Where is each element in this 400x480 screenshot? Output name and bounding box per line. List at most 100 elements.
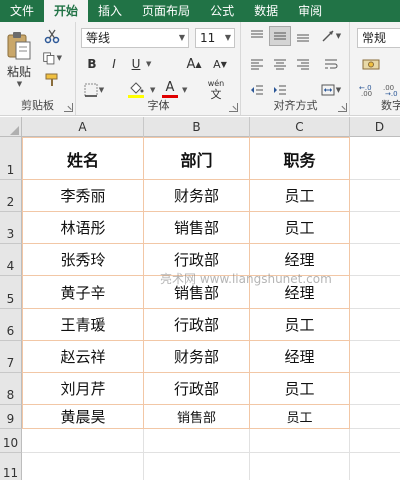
tab-insert[interactable]: 插入 <box>88 0 132 22</box>
underline-dropdown-icon[interactable]: ▼ <box>146 60 151 68</box>
copy-dropdown-icon[interactable]: ▼ <box>57 54 62 62</box>
cell-c11[interactable] <box>250 453 350 480</box>
clipboard-launcher-icon[interactable] <box>64 103 73 112</box>
cell-b7[interactable]: 财务部 <box>144 341 250 373</box>
alignment-launcher-icon[interactable] <box>338 103 347 112</box>
row-header-11[interactable]: 11 <box>0 453 22 480</box>
cell-c7[interactable]: 经理 <box>250 341 350 373</box>
row-header-9[interactable]: 9 <box>0 405 22 429</box>
cell-a2[interactable]: 李秀丽 <box>22 180 144 212</box>
cell-a8[interactable]: 刘月芹 <box>22 373 144 405</box>
align-bottom-button[interactable] <box>292 26 314 46</box>
cell-d11[interactable] <box>350 453 400 480</box>
cell-c10[interactable] <box>250 429 350 453</box>
cell-a3[interactable]: 林语彤 <box>22 212 144 244</box>
row-header-6[interactable]: 6 <box>0 309 22 341</box>
cell-b5[interactable]: 销售部 <box>144 276 250 309</box>
cell-c2[interactable]: 员工 <box>250 180 350 212</box>
cell-c6[interactable]: 员工 <box>250 309 350 341</box>
cell-d2[interactable] <box>350 180 400 212</box>
column-header-c[interactable]: C <box>250 117 350 137</box>
cell-b9[interactable]: 销售部 <box>144 405 250 429</box>
align-top-button[interactable] <box>246 26 268 46</box>
cell-d6[interactable] <box>350 309 400 341</box>
accounting-format-button[interactable] <box>357 54 385 74</box>
cut-button[interactable] <box>42 26 62 46</box>
grow-font-button[interactable]: A ▲ <box>183 54 205 74</box>
underline-button[interactable]: U <box>127 54 145 74</box>
tab-review[interactable]: 审阅 <box>288 0 332 22</box>
row-header-5[interactable]: 5 <box>0 276 22 309</box>
increase-decimal-button[interactable]: ←.0.00 <box>357 80 379 100</box>
borders-dropdown-icon[interactable]: ▼ <box>99 86 104 94</box>
cell-c5[interactable]: 经理 <box>250 276 350 309</box>
align-middle-button[interactable] <box>269 26 291 46</box>
cell-c3[interactable]: 员工 <box>250 212 350 244</box>
tab-data[interactable]: 数据 <box>244 0 288 22</box>
cell-b4[interactable]: 行政部 <box>144 244 250 276</box>
wrap-text-button[interactable] <box>318 54 344 74</box>
cell-a10[interactable] <box>22 429 144 453</box>
align-left-button[interactable] <box>246 54 268 74</box>
fill-color-dropdown-icon[interactable]: ▼ <box>150 86 155 94</box>
align-center-button[interactable] <box>269 54 291 74</box>
cell-b8[interactable]: 行政部 <box>144 373 250 405</box>
select-all-button[interactable] <box>0 117 22 137</box>
cell-d10[interactable] <box>350 429 400 453</box>
shrink-font-button[interactable]: A ▼ <box>209 54 231 74</box>
cell-c4[interactable]: 经理 <box>250 244 350 276</box>
cell-b10[interactable] <box>144 429 250 453</box>
cell-a4[interactable]: 张秀玲 <box>22 244 144 276</box>
column-header-b[interactable]: B <box>144 117 250 137</box>
cell-a5[interactable]: 黄子辛 <box>22 276 144 309</box>
cell-d8[interactable] <box>350 373 400 405</box>
column-header-a[interactable]: A <box>22 117 144 137</box>
cell-b2[interactable]: 财务部 <box>144 180 250 212</box>
italic-button[interactable]: I <box>105 54 123 74</box>
cell-a11[interactable] <box>22 453 144 480</box>
tab-home[interactable]: 开始 <box>44 0 89 22</box>
cell-a9[interactable]: 黄晨昊 <box>22 405 144 429</box>
row-header-10[interactable]: 10 <box>0 429 22 453</box>
font-color-dropdown-icon[interactable]: ▼ <box>182 86 187 94</box>
copy-button[interactable]: ▼ <box>42 48 62 68</box>
column-header-d[interactable]: D <box>350 117 400 137</box>
format-painter-button[interactable] <box>42 70 62 90</box>
cell-c9[interactable]: 员工 <box>250 405 350 429</box>
cell-d4[interactable] <box>350 244 400 276</box>
font-launcher-icon[interactable] <box>229 103 238 112</box>
tab-file[interactable]: 文件 <box>0 0 44 22</box>
cell-d3[interactable] <box>350 212 400 244</box>
tab-page-layout[interactable]: 页面布局 <box>132 0 200 22</box>
cell-c8[interactable]: 员工 <box>250 373 350 405</box>
tab-formulas[interactable]: 公式 <box>200 0 244 22</box>
cell-c1[interactable]: 职务 <box>250 137 350 180</box>
font-size-select[interactable]: 11 ▼ <box>195 28 235 48</box>
cell-d5[interactable] <box>350 276 400 309</box>
bold-button[interactable]: B <box>83 54 101 74</box>
cell-b1[interactable]: 部门 <box>144 137 250 180</box>
cell-d7[interactable] <box>350 341 400 373</box>
row-header-7[interactable]: 7 <box>0 341 22 373</box>
row-header-8[interactable]: 8 <box>0 373 22 405</box>
cell-b3[interactable]: 销售部 <box>144 212 250 244</box>
row-header-1[interactable]: 1 <box>0 137 22 180</box>
row-header-4[interactable]: 4 <box>0 244 22 276</box>
cell-b6[interactable]: 行政部 <box>144 309 250 341</box>
cell-a1[interactable]: 姓名 <box>22 137 144 180</box>
align-right-button[interactable] <box>292 54 314 74</box>
paste-dropdown-icon[interactable]: ▼ <box>17 80 22 88</box>
merge-dropdown-icon[interactable]: ▼ <box>336 86 341 94</box>
orientation-dropdown-icon[interactable]: ▼ <box>336 32 341 40</box>
number-format-select[interactable]: 常规 <box>357 28 400 48</box>
font-name-select[interactable]: 等线 ▼ <box>81 28 189 48</box>
cell-b11[interactable] <box>144 453 250 480</box>
cell-a7[interactable]: 赵云祥 <box>22 341 144 373</box>
cell-d9[interactable] <box>350 405 400 429</box>
row-header-2[interactable]: 2 <box>0 180 22 212</box>
cell-d1[interactable] <box>350 137 400 180</box>
orientation-button[interactable]: ▼ <box>318 26 344 46</box>
cell-a6[interactable]: 王青瑗 <box>22 309 144 341</box>
row-header-3[interactable]: 3 <box>0 212 22 244</box>
paste-button[interactable]: 粘贴 ▼ <box>2 28 36 90</box>
